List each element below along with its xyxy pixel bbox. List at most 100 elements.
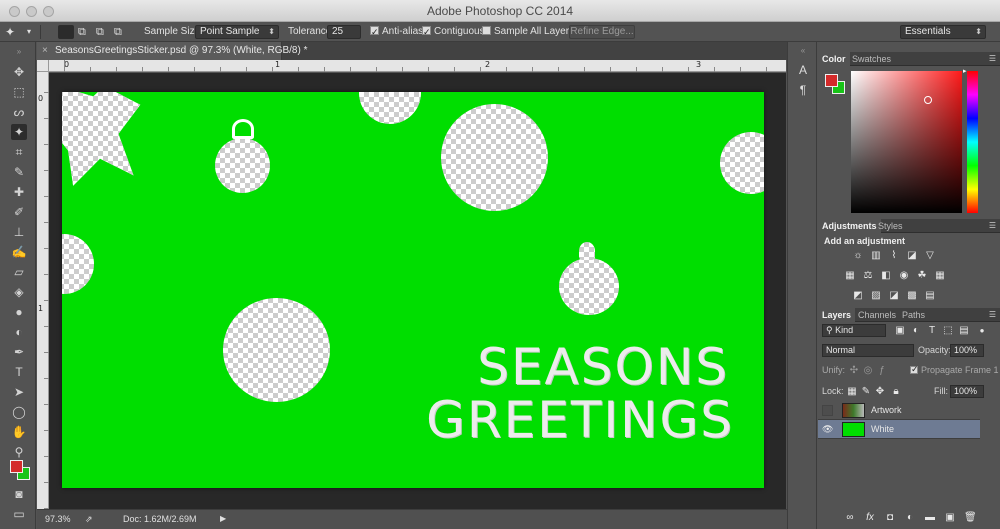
new-group-icon[interactable]: ▬ (924, 512, 936, 524)
tab-swatches[interactable]: Swatches (848, 52, 895, 66)
preset-dropdown-arrow-icon[interactable]: ▾ (27, 24, 31, 40)
propagate-frame-checkbox[interactable]: Propagate Frame 1 (910, 364, 999, 375)
color-picker-field[interactable] (851, 71, 962, 213)
filter-shape-icon[interactable]: ⬚ (942, 325, 954, 337)
zoom-tool-icon[interactable]: ⚲ (11, 444, 27, 460)
foreground-color-swatch[interactable] (10, 460, 23, 473)
quick-mask-icon[interactable]: ◙ (11, 486, 27, 502)
new-selection-icon[interactable] (58, 25, 74, 39)
lock-position-icon[interactable]: ✥ (874, 386, 886, 398)
blur-tool-icon[interactable]: ● (11, 304, 27, 320)
new-adjustment-layer-icon[interactable]: ◐ (904, 512, 916, 524)
brightness-contrast-icon[interactable]: ☼ (852, 250, 864, 262)
crop-tool-icon[interactable]: ⌗ (11, 144, 27, 160)
layer-visibility-toggle[interactable] (822, 405, 833, 416)
eye-icon[interactable]: 👁︎ (822, 424, 833, 435)
hue-slider-handle[interactable]: ▸ (963, 67, 967, 75)
add-to-selection-icon[interactable]: ⧉ (78, 24, 86, 40)
invert-icon[interactable]: ◩ (852, 290, 864, 302)
threshold-icon[interactable]: ◪ (888, 290, 900, 302)
paragraph-panel-icon[interactable]: ¶ (795, 82, 811, 98)
panel-menu-icon[interactable]: ☰ (989, 219, 996, 233)
unify-style-icon[interactable]: ƒ (876, 365, 888, 377)
layer-name[interactable]: Artwork (871, 401, 902, 420)
paint-bucket-tool-icon[interactable]: ◈ (11, 284, 27, 300)
black-white-icon[interactable]: ◧ (880, 270, 892, 282)
magic-wand-preset-icon[interactable]: ✦ (5, 24, 15, 40)
dodge-tool-icon[interactable]: ◐ (11, 324, 27, 340)
magic-wand-tool-icon[interactable]: ✦ (11, 124, 27, 140)
blend-mode-select[interactable]: Normal (822, 344, 914, 357)
contiguous-checkbox[interactable]: Contiguous (422, 24, 485, 40)
hue-slider[interactable]: ▸ (963, 68, 978, 213)
add-mask-icon[interactable]: ◘ (884, 512, 896, 524)
sample-size-select[interactable]: Point Sample ⬍ (195, 25, 279, 39)
marquee-tool-icon[interactable]: ⬚ (11, 84, 27, 100)
tab-color[interactable]: Color (818, 52, 850, 66)
color-lookup-icon[interactable]: ▦ (934, 270, 946, 282)
layer-row-artwork[interactable]: Artwork (818, 401, 980, 420)
tab-layers[interactable]: Layers (818, 308, 856, 322)
lock-transparent-icon[interactable]: ▦ (846, 386, 858, 398)
layer-style-icon[interactable]: fx (864, 512, 876, 524)
horizontal-ruler[interactable]: 0 1 2 3 (49, 60, 786, 72)
screen-mode-icon[interactable]: ▭ (11, 506, 27, 522)
hand-tool-icon[interactable]: ✋ (11, 424, 27, 440)
document-workspace[interactable]: SEASONS GREETINGS (49, 73, 786, 509)
dock-expand-icon[interactable]: « (795, 43, 811, 59)
lock-pixels-icon[interactable]: ✎ (860, 386, 872, 398)
trash-icon[interactable]: 🗑︎ (964, 512, 977, 524)
zoom-level[interactable]: 97.3% (45, 511, 71, 527)
posterize-icon[interactable]: ▨ (870, 290, 882, 302)
history-brush-tool-icon[interactable]: ✍ (11, 244, 27, 260)
subtract-from-selection-icon[interactable]: ⧉ (96, 24, 104, 40)
pen-tool-icon[interactable]: ✒ (11, 344, 27, 360)
color-panel-foreground-swatch[interactable] (825, 74, 838, 87)
hue-saturation-icon[interactable]: ▦ (844, 270, 856, 282)
link-layers-icon[interactable]: ∞ (844, 512, 856, 524)
brush-tool-icon[interactable]: ✐ (11, 204, 27, 220)
unify-visibility-icon[interactable]: ◎ (862, 365, 874, 377)
selective-color-icon[interactable]: ▩ (906, 290, 918, 302)
eraser-tool-icon[interactable]: ▱ (11, 264, 27, 280)
workspace-select[interactable]: Essentials ⬍ (900, 25, 986, 39)
exposure-icon[interactable]: ◪ (906, 250, 918, 262)
panel-collapse-icon[interactable]: » (11, 44, 27, 60)
color-picker-cursor[interactable] (924, 96, 932, 104)
character-panel-icon[interactable]: A (795, 62, 811, 78)
layer-row-white[interactable]: 👁︎ White (818, 420, 980, 439)
curves-icon[interactable]: ⌇ (888, 250, 900, 262)
filter-adjustment-icon[interactable]: ◐ (910, 325, 922, 337)
tab-paths[interactable]: Paths (898, 308, 929, 322)
gradient-map-icon[interactable]: ▤ (924, 290, 936, 302)
layer-kind-filter[interactable]: ⚲ Kind (822, 324, 886, 337)
photo-filter-icon[interactable]: ◉ (898, 270, 910, 282)
tab-styles[interactable]: Styles (874, 219, 907, 233)
move-tool-icon[interactable]: ✥ (11, 64, 27, 80)
opacity-input[interactable]: 100% (950, 344, 984, 357)
vertical-ruler[interactable]: 0 1 (37, 72, 49, 509)
type-tool-icon[interactable]: T (11, 364, 27, 380)
document-tab[interactable]: × SeasonsGreetingsSticker.psd @ 97.3% (W… (37, 42, 307, 60)
panel-menu-icon[interactable]: ☰ (989, 52, 996, 66)
intersect-selection-icon[interactable]: ⧉ (114, 24, 122, 40)
clone-stamp-tool-icon[interactable]: ⊥ (11, 224, 27, 240)
healing-brush-tool-icon[interactable]: ✚ (11, 184, 27, 200)
lasso-tool-icon[interactable]: ᔕ (11, 104, 27, 120)
vibrance-icon[interactable]: ▽ (924, 250, 936, 262)
filter-toggle-icon[interactable]: ● (976, 325, 988, 337)
color-balance-icon[interactable]: ⚖ (862, 270, 874, 282)
close-document-icon[interactable]: × (42, 42, 48, 60)
document-canvas[interactable]: SEASONS GREETINGS (62, 92, 764, 488)
path-selection-tool-icon[interactable]: ➤ (11, 384, 27, 400)
fill-input[interactable]: 100% (950, 385, 984, 398)
sample-all-layers-checkbox[interactable]: Sample All Layers (482, 24, 574, 40)
panel-menu-icon[interactable]: ☰ (989, 308, 996, 322)
eyedropper-tool-icon[interactable]: ✎ (11, 164, 27, 180)
filter-smart-object-icon[interactable]: ▤ (958, 325, 970, 337)
levels-icon[interactable]: ▥ (870, 250, 882, 262)
export-icon[interactable]: ⇗ (85, 511, 93, 527)
status-menu-arrow-icon[interactable]: ▶ (220, 511, 226, 527)
channel-mixer-icon[interactable]: ☘ (916, 270, 928, 282)
tab-adjustments[interactable]: Adjustments (818, 219, 881, 233)
